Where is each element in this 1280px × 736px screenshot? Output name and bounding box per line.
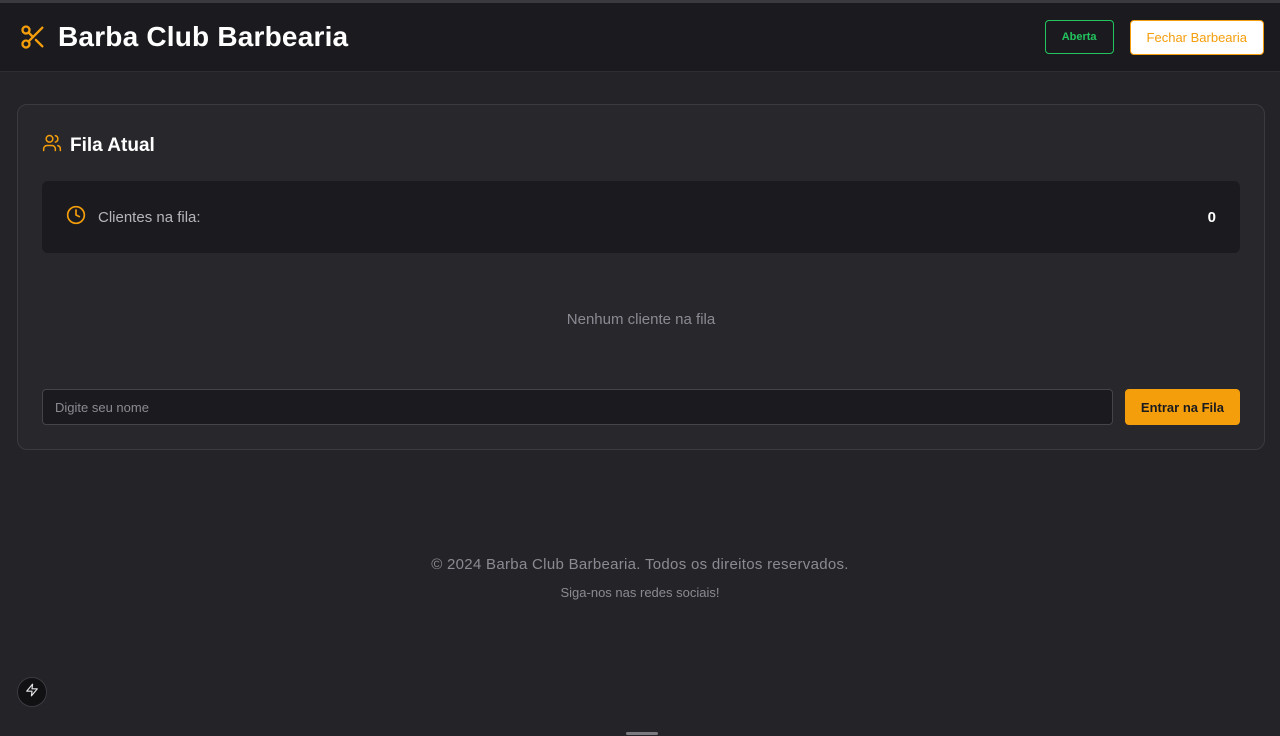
users-icon [42, 133, 62, 158]
join-queue-button[interactable]: Entrar na Fila [1124, 389, 1240, 425]
scissors-icon [18, 22, 48, 52]
name-input[interactable] [42, 389, 1113, 425]
header-actions: Aberta Fechar Barbearia [1044, 19, 1264, 55]
close-barbershop-button[interactable]: Fechar Barbearia [1129, 19, 1264, 55]
page-footer: © 2024 Barba Club Barbearia. Todos os di… [0, 556, 1280, 600]
empty-queue-message: Nenhum cliente na fila [566, 311, 716, 328]
clock-icon [66, 205, 86, 229]
queue-title-row: Fila Atual [42, 133, 155, 158]
social-text: Siga-nos nas redes sociais! [560, 585, 720, 600]
scroll-handle[interactable] [626, 732, 658, 735]
app-header: Barba Club Barbearia Aberta Fechar Barbe… [0, 3, 1280, 72]
queue-card: Fila Atual Clientes na fila: 0 Nenhum cl… [17, 104, 1265, 450]
queue-count-label: Clientes na fila: [98, 208, 201, 226]
join-queue-form: Entrar na Fila [42, 389, 1240, 425]
queue-count-box: Clientes na fila: 0 [42, 181, 1240, 253]
queue-count-value: 0 [1207, 208, 1216, 226]
copyright-text: © 2024 Barba Club Barbearia. Todos os di… [431, 556, 849, 573]
app-title: Barba Club Barbearia [58, 21, 349, 52]
brand: Barba Club Barbearia [18, 21, 348, 53]
dev-tools-button[interactable] [17, 677, 47, 707]
queue-count-label-row: Clientes na fila: [66, 205, 201, 229]
queue-title: Fila Atual [70, 134, 155, 156]
lightning-icon [25, 682, 39, 703]
status-badge: Aberta [1044, 20, 1114, 54]
